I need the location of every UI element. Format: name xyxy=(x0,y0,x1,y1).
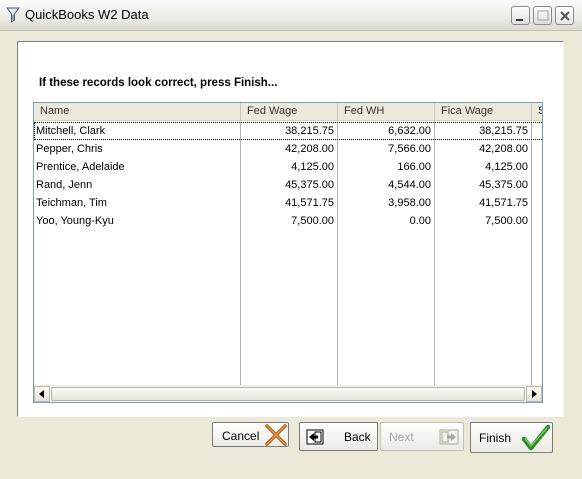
back-label: Back xyxy=(344,430,371,444)
minimize-button[interactable] xyxy=(511,6,530,25)
next-button[interactable]: Next xyxy=(380,422,464,451)
cell-fica-wage: 45,375.00 xyxy=(479,179,528,191)
content-panel: If these records look correct, press Fin… xyxy=(17,41,564,417)
cell-fed-wage: 41,571.75 xyxy=(285,197,334,209)
cancel-button[interactable]: Cancel xyxy=(212,422,289,447)
table-row[interactable]: Yoo, Young-Kyu 7,500.00 0.00 7,500.00 xyxy=(34,212,542,230)
cell-fed-wage: 4,125.00 xyxy=(291,161,334,173)
cell-name: Pepper, Chris xyxy=(36,143,103,155)
cancel-label: Cancel xyxy=(222,429,260,443)
grid-header: Name Fed Wage Fed WH Fica Wage S xyxy=(34,103,542,121)
horizontal-scrollbar[interactable] xyxy=(34,385,542,402)
cell-name: Yoo, Young-Kyu xyxy=(36,215,114,227)
minimize-icon xyxy=(516,19,523,21)
column-header-name[interactable]: Name xyxy=(34,103,241,120)
scrollbar-thumb[interactable] xyxy=(51,387,525,401)
arrow-right-icon xyxy=(532,390,537,398)
funnel-icon xyxy=(6,7,20,23)
cell-fed-wh: 4,544.00 xyxy=(388,179,431,191)
back-button[interactable]: Back xyxy=(299,422,378,451)
column-header-fed-wh[interactable]: Fed WH xyxy=(338,103,435,120)
table-row[interactable]: Prentice, Adelaide 4,125.00 166.00 4,125… xyxy=(34,158,542,176)
cell-fed-wh: 0.00 xyxy=(409,215,431,227)
cell-fed-wage: 38,215.75 xyxy=(285,125,334,137)
cell-name: Teichman, Tim xyxy=(36,197,107,209)
cell-fed-wh: 166.00 xyxy=(397,161,431,173)
cell-name: Mitchell, Clark xyxy=(36,125,106,137)
instruction-text: If these records look correct, press Fin… xyxy=(39,77,278,89)
title-bar: QuickBooks W2 Data xyxy=(0,0,582,31)
scroll-left-button[interactable] xyxy=(34,386,50,402)
table-row[interactable]: Teichman, Tim 41,571.75 3,958.00 41,571.… xyxy=(34,194,542,212)
window-title: QuickBooks W2 Data xyxy=(25,7,149,22)
maximize-button[interactable] xyxy=(533,6,552,25)
column-header-fica-wage[interactable]: Fica Wage xyxy=(435,103,532,120)
cell-fica-wage: 4,125.00 xyxy=(485,161,528,173)
table-row[interactable]: Mitchell, Clark 38,215.75 6,632.00 38,21… xyxy=(34,122,542,140)
cell-fica-wage: 42,208.00 xyxy=(479,143,528,155)
next-arrow-icon xyxy=(439,429,459,448)
cell-name: Rand, Jenn xyxy=(36,179,93,191)
back-arrow-icon xyxy=(306,429,324,448)
cell-name: Prentice, Adelaide xyxy=(36,161,125,173)
column-header-truncated[interactable]: S xyxy=(532,103,542,120)
cell-fica-wage: 41,571.75 xyxy=(479,197,528,209)
finish-button[interactable]: Finish xyxy=(470,422,553,453)
cell-fed-wage: 45,375.00 xyxy=(285,179,334,191)
cell-fed-wage: 42,208.00 xyxy=(285,143,334,155)
table-row[interactable]: Rand, Jenn 45,375.00 4,544.00 45,375.00 xyxy=(34,176,542,194)
scroll-right-button[interactable] xyxy=(526,386,542,402)
close-button[interactable] xyxy=(555,6,574,25)
table-row[interactable]: Pepper, Chris 42,208.00 7,566.00 42,208.… xyxy=(34,140,542,158)
next-label: Next xyxy=(389,430,414,444)
cell-fed-wh: 7,566.00 xyxy=(388,143,431,155)
arrow-left-icon xyxy=(39,390,44,398)
x-icon xyxy=(264,424,288,449)
grid-rows: Mitchell, Clark 38,215.75 6,632.00 38,21… xyxy=(34,122,542,230)
cell-fica-wage: 7,500.00 xyxy=(485,215,528,227)
close-icon xyxy=(560,11,570,21)
cell-fed-wh: 6,632.00 xyxy=(388,125,431,137)
checkmark-icon xyxy=(521,424,551,455)
maximize-icon xyxy=(537,10,549,21)
finish-label: Finish xyxy=(479,431,512,445)
cell-fed-wage: 7,500.00 xyxy=(291,215,334,227)
cell-fica-wage: 38,215.75 xyxy=(479,125,528,137)
cell-fed-wh: 3,958.00 xyxy=(388,197,431,209)
column-header-fed-wage[interactable]: Fed Wage xyxy=(241,103,338,120)
w2-data-grid[interactable]: Name Fed Wage Fed WH Fica Wage S Mitchel… xyxy=(33,102,543,403)
